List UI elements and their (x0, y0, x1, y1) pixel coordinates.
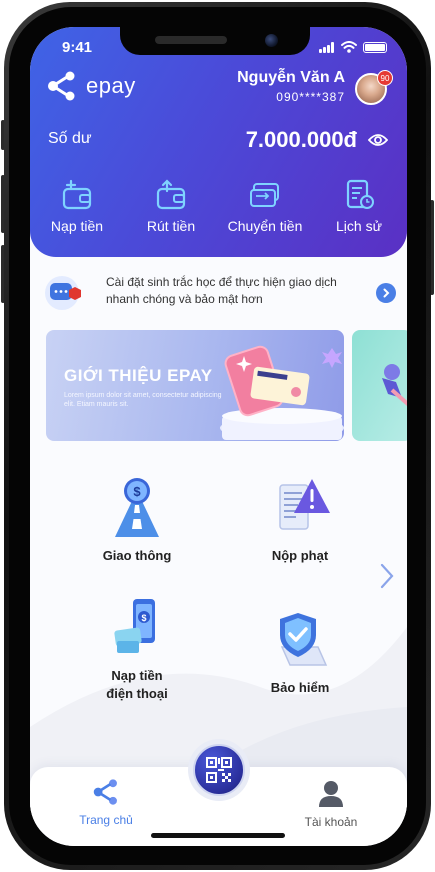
service-label: Bảo hiểm (270, 680, 330, 695)
phone-topup-icon: $ (114, 599, 155, 653)
balance-value: 7.000.000đ (245, 127, 357, 152)
service-label: Nạp tiền điện thoại (67, 667, 207, 703)
balance-label: Số dư (48, 130, 92, 147)
history-icon (346, 179, 374, 209)
service-label: Nộp phạt (271, 548, 329, 563)
action-withdraw[interactable]: Rút tiền (124, 177, 218, 234)
qr-code-icon (206, 757, 232, 783)
header: 9:41 epay Nguyễn Văn A 090****387 90 Số … (30, 27, 407, 257)
notice-arrow-button[interactable] (376, 283, 396, 303)
service-traffic[interactable]: $ Giao thông (67, 475, 207, 565)
phone-frame: 9:41 epay Nguyễn Văn A 090****387 90 Số … (4, 2, 431, 870)
notch (120, 27, 310, 55)
promo-banner[interactable]: GIỚI THIỆU EPAY Lorem ipsum dolor sit am… (46, 330, 344, 441)
qr-scan-button[interactable] (193, 744, 245, 796)
status-time: 9:41 (62, 39, 93, 56)
promo-banner-next[interactable] (352, 330, 407, 441)
chevron-right-icon (383, 288, 390, 298)
wallet-withdraw-icon (156, 179, 186, 210)
tab-label: Trang chủ (79, 813, 133, 827)
svg-text:$: $ (133, 484, 141, 499)
user-phone: 090****387 (276, 90, 345, 104)
service-label: Giao thông (102, 548, 172, 563)
wallet-add-icon (62, 179, 92, 210)
banner-title: GIỚI THIỆU EPAY (64, 366, 213, 385)
tab-home[interactable]: Trang chủ (56, 777, 156, 827)
action-label: Chuyển tiền (227, 218, 303, 234)
eye-icon[interactable] (368, 133, 388, 147)
biometric-chat-icon (45, 276, 81, 310)
status-icons (319, 41, 387, 53)
services-next-icon[interactable] (379, 562, 395, 590)
action-label: Rút tiền (146, 218, 196, 234)
signal-icon (319, 41, 335, 53)
speaker (155, 36, 227, 44)
action-top-up[interactable]: Nạp tiền (30, 177, 124, 234)
user-info[interactable]: Nguyễn Văn A 090****387 (237, 69, 345, 104)
tab-label: Tài khoản (304, 815, 358, 829)
traffic-road-icon: $ (115, 478, 159, 537)
service-fines[interactable]: Nộp phạt (230, 475, 370, 565)
banner-subtitle: Lorem ipsum dolor sit amet, consectetur … (64, 392, 222, 408)
tab-account[interactable]: Tài khoản (281, 779, 381, 829)
home-epay-icon (93, 779, 117, 805)
phone-mockup: 9:41 epay Nguyễn Văn A 090****387 90 Số … (1, 0, 434, 872)
svg-text:$: $ (141, 613, 146, 623)
action-label: Nạp tiền (50, 218, 104, 234)
banner-illustration (382, 364, 407, 407)
insurance-shield-icon (280, 613, 328, 666)
biometric-notice[interactable]: Cài đặt sinh trắc học để thực hiện giao … (44, 273, 396, 313)
transfer-card-icon (250, 183, 279, 207)
epay-logo-icon (48, 71, 75, 101)
app-screen: 9:41 epay Nguyễn Văn A 090****387 90 Số … (30, 27, 407, 846)
notification-badge: 90 (377, 70, 393, 86)
user-name: Nguyễn Văn A (237, 69, 345, 86)
home-indicator (151, 833, 285, 838)
action-history[interactable]: Lịch sử (312, 177, 406, 234)
service-label-line1: Nạp tiền (111, 668, 163, 683)
action-transfer[interactable]: Chuyển tiền (218, 177, 312, 234)
service-phone-topup[interactable]: $ Nạp tiền điện thoại (67, 595, 207, 703)
user-icon (319, 781, 343, 807)
brand-name: epay (86, 73, 136, 98)
quick-actions: Nạp tiền Rút tiền Chuyển tiền Lịch sử (30, 177, 407, 234)
battery-icon (363, 41, 387, 53)
banner-illustration (220, 345, 344, 440)
notice-text: Cài đặt sinh trắc học để thực hiện giao … (106, 275, 337, 306)
wifi-icon (341, 41, 357, 53)
service-label-line2: điện thoại (106, 686, 168, 701)
service-insurance[interactable]: Bảo hiểm (230, 607, 370, 697)
fine-warning-icon (279, 479, 330, 530)
action-label: Lịch sử (336, 218, 382, 234)
brand-logo: epay (46, 71, 136, 101)
front-camera (265, 34, 278, 47)
qr-scan-wrap (188, 739, 250, 801)
